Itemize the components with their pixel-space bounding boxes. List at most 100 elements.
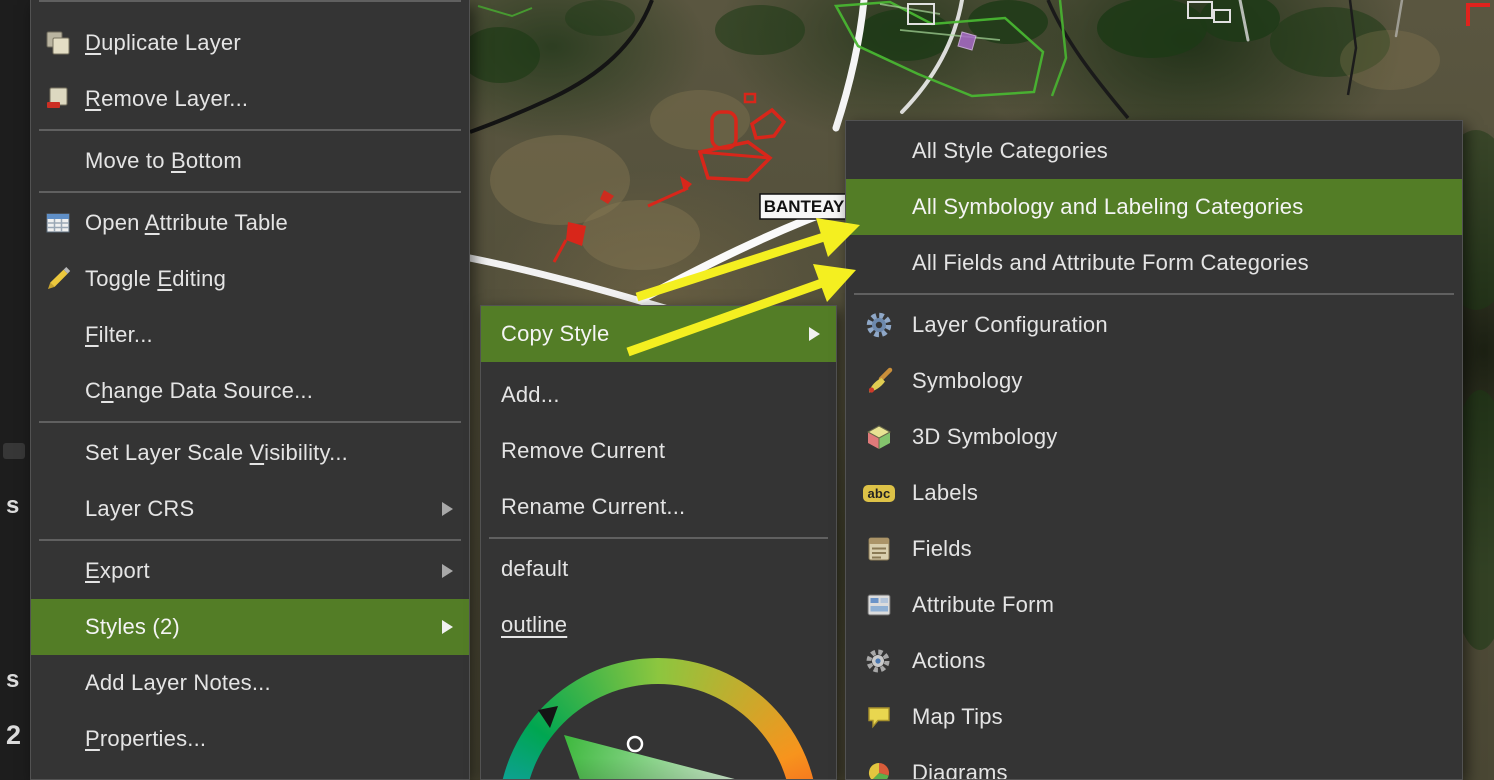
- menu-separator: [489, 537, 828, 539]
- menu-separator: [39, 539, 461, 541]
- menu-item-label: Layer Configuration: [912, 312, 1108, 338]
- layer-icon-partial: [3, 443, 25, 459]
- menu-item-label: Open Attribute Table: [85, 210, 288, 236]
- menu-item-actions[interactable]: Actions: [846, 633, 1462, 689]
- menu-item-layer-configuration[interactable]: Layer Configuration: [846, 297, 1462, 353]
- menu-item-duplicate-layer[interactable]: Duplicate Layer: [31, 15, 469, 71]
- color-wheel[interactable]: [498, 658, 818, 780]
- gear-icon: [846, 311, 912, 339]
- menu-item-export[interactable]: Export: [31, 543, 469, 599]
- fields-icon: [846, 535, 912, 563]
- menu-item-label: All Symbology and Labeling Categories: [912, 194, 1303, 220]
- menu-separator: [39, 191, 461, 193]
- menu-item-label: Rename Current...: [501, 494, 685, 520]
- pie-chart-icon: [846, 759, 912, 780]
- actions-gear-icon: [846, 647, 912, 675]
- menu-separator: [39, 421, 461, 423]
- menu-item-label: outline: [501, 612, 567, 638]
- menu-item-copy-style[interactable]: Copy Style: [481, 306, 836, 362]
- remove-layer-icon: [31, 85, 85, 113]
- menu-item-properties[interactable]: Properties...: [31, 711, 469, 767]
- menu-item-label: Fields: [912, 536, 972, 562]
- menu-separator: [39, 129, 461, 131]
- menu-item-move-to-bottom[interactable]: Move to Bottom: [31, 133, 469, 189]
- panel-partial-text: 2: [6, 720, 21, 751]
- menu-item-label: Export: [85, 558, 150, 584]
- menu-item-diagrams[interactable]: Diagrams: [846, 745, 1462, 780]
- menu-item-label: Attribute Form: [912, 592, 1054, 618]
- speech-bubble-icon: [846, 703, 912, 731]
- saturation-marker[interactable]: [628, 737, 642, 751]
- menu-item-fields[interactable]: Fields: [846, 521, 1462, 577]
- menu-item-symbology[interactable]: Symbology: [846, 353, 1462, 409]
- submenu-arrow-icon: [809, 327, 820, 341]
- menu-item-change-data-source[interactable]: Change Data Source...: [31, 363, 469, 419]
- menu-item-label: Filter...: [85, 322, 153, 348]
- hue-rotation-marker[interactable]: [538, 706, 558, 728]
- panel-partial-text: s: [6, 492, 19, 520]
- paintbrush-icon: [846, 367, 912, 395]
- attribute-table-icon: [31, 209, 85, 237]
- layer-context-menu: Duplicate Layer Remove Layer... Move to …: [30, 0, 470, 780]
- menu-item-filter[interactable]: Filter...: [31, 307, 469, 363]
- menu-item-remove-layer[interactable]: Remove Layer...: [31, 71, 469, 127]
- menu-item-label: Map Tips: [912, 704, 1003, 730]
- submenu-arrow-icon: [442, 564, 453, 578]
- menu-item-all-style-categories[interactable]: All Style Categories: [846, 123, 1462, 179]
- menu-item-label: 3D Symbology: [912, 424, 1057, 450]
- place-label-text: BANTEAY: [764, 197, 845, 216]
- submenu-arrow-icon: [442, 502, 453, 516]
- menu-item-label: Copy Style: [501, 321, 609, 347]
- menu-item-style-default[interactable]: default: [481, 541, 836, 597]
- red-extent-corner: [1468, 5, 1490, 26]
- duplicate-layer-icon: [31, 29, 85, 57]
- map-place-label: BANTEAY: [760, 194, 848, 219]
- menu-item-label: Change Data Source...: [85, 378, 313, 404]
- menu-item-label: Add...: [501, 382, 560, 408]
- submenu-arrow-icon: [442, 620, 453, 634]
- menu-item-label: Move to Bottom: [85, 148, 242, 174]
- menu-item-label: Toggle Editing: [85, 266, 226, 292]
- menu-item-remove-current-style[interactable]: Remove Current: [481, 423, 836, 479]
- menu-item-label: Remove Current: [501, 438, 665, 464]
- menu-item-open-attribute-table[interactable]: Open Attribute Table: [31, 195, 469, 251]
- menu-item-label: Labels: [912, 480, 978, 506]
- menu-item-rename-current-style[interactable]: Rename Current...: [481, 479, 836, 535]
- menu-item-add-layer-notes[interactable]: Add Layer Notes...: [31, 655, 469, 711]
- layers-panel-strip: s s 2: [0, 0, 30, 780]
- menu-item-label: Set Layer Scale Visibility...: [85, 440, 348, 466]
- menu-item-toggle-editing[interactable]: Toggle Editing: [31, 251, 469, 307]
- menu-item-labels[interactable]: abc Labels: [846, 465, 1462, 521]
- menu-item-label: Properties...: [85, 726, 206, 752]
- color-wheel-triangle[interactable]: [498, 658, 818, 780]
- cube-3d-icon: [846, 423, 912, 451]
- menu-item-label: Actions: [912, 648, 986, 674]
- menu-item-label: Styles (2): [85, 614, 180, 640]
- menu-item-all-symbology-and-labeling-categories[interactable]: All Symbology and Labeling Categories: [846, 179, 1462, 235]
- menu-item-map-tips[interactable]: Map Tips: [846, 689, 1462, 745]
- copy-style-submenu: All Style Categories All Symbology and L…: [845, 120, 1463, 780]
- styles-submenu: Copy Style Add... Remove Current Rename …: [480, 305, 837, 780]
- pencil-icon: [31, 265, 85, 293]
- menu-item-3d-symbology[interactable]: 3D Symbology: [846, 409, 1462, 465]
- menu-item-all-fields-and-attribute-form-categories[interactable]: All Fields and Attribute Form Categories: [846, 235, 1462, 291]
- menu-item-add-style[interactable]: Add...: [481, 367, 836, 423]
- menu-item-label: Duplicate Layer: [85, 30, 241, 56]
- menu-item-label: default: [501, 556, 568, 582]
- screenshot-stage: s s 2: [0, 0, 1494, 780]
- menu-item-styles[interactable]: Styles (2): [31, 599, 469, 655]
- menu-item-attribute-form[interactable]: Attribute Form: [846, 577, 1462, 633]
- menu-item-layer-crs[interactable]: Layer CRS: [31, 481, 469, 537]
- labels-abc-icon: abc: [846, 485, 912, 502]
- attribute-form-icon: [846, 591, 912, 619]
- menu-item-style-outline[interactable]: outline: [481, 597, 836, 653]
- panel-partial-text: s: [6, 666, 19, 694]
- menu-separator: [854, 293, 1454, 295]
- menu-item-label: All Fields and Attribute Form Categories: [912, 250, 1309, 276]
- menu-item-label: Layer CRS: [85, 496, 194, 522]
- purple-feature: [958, 32, 976, 50]
- menu-item-label: Add Layer Notes...: [85, 670, 271, 696]
- menu-item-label: Symbology: [912, 368, 1023, 394]
- menu-item-set-layer-scale-visibility[interactable]: Set Layer Scale Visibility...: [31, 425, 469, 481]
- menu-item-label: All Style Categories: [912, 138, 1108, 164]
